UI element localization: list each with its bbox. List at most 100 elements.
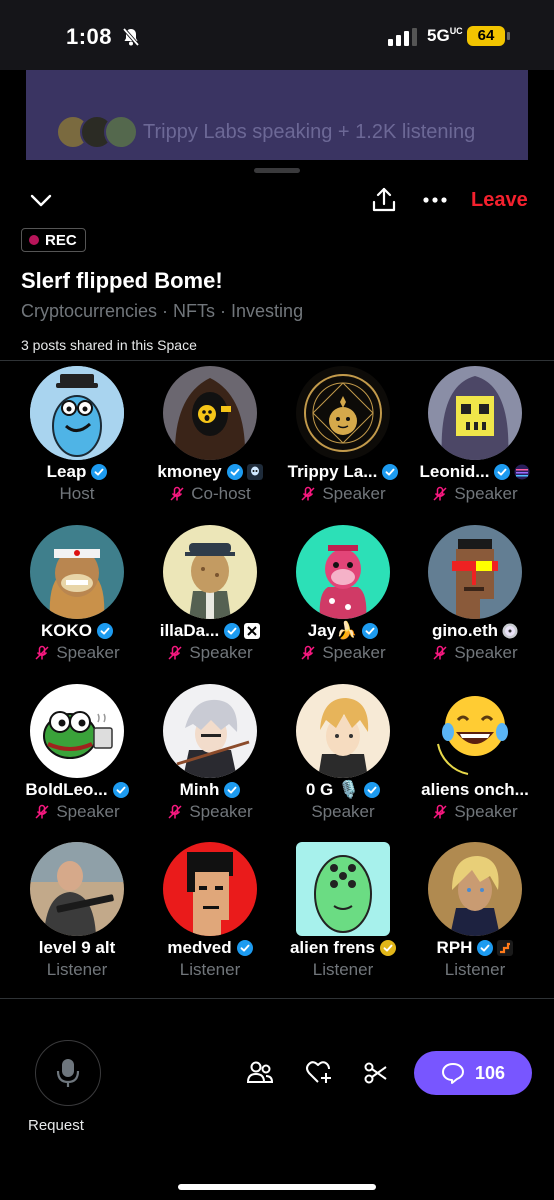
verified-badge-icon — [236, 940, 253, 956]
battery-indicator: 64 — [467, 26, 505, 46]
participant-name: 0 G 🎙️ — [305, 780, 360, 799]
x-badge-icon — [244, 623, 261, 639]
sunset-badge-icon — [514, 464, 530, 480]
space-title: Slerf flipped Bome! — [21, 268, 223, 293]
leave-button[interactable]: Leave — [471, 189, 528, 212]
participant-name: Leonid... — [419, 462, 490, 481]
participant-role: Speaker — [322, 643, 386, 662]
rec-dot-icon — [29, 235, 39, 245]
verified-gold-badge-icon — [380, 940, 397, 956]
participant-role: Speaker — [322, 484, 386, 503]
avatar — [428, 842, 522, 936]
verified-badge-icon — [364, 782, 381, 798]
scissors-icon[interactable] — [364, 1061, 388, 1085]
participant-role: Speaker — [311, 802, 375, 821]
request-button[interactable] — [35, 1040, 101, 1106]
rec-label: REC — [45, 231, 77, 249]
comment-icon — [441, 1063, 464, 1084]
verified-badge-icon — [91, 464, 108, 480]
participant-name: Jay🍌 — [307, 621, 358, 640]
verified-badge-icon — [224, 782, 241, 798]
bell-muted-icon — [122, 27, 140, 47]
signal-icon — [388, 28, 417, 46]
disc-badge-icon — [502, 623, 518, 639]
avatar — [428, 684, 522, 778]
participant-name: RPH — [436, 938, 473, 957]
comments-button[interactable]: 106 — [414, 1051, 532, 1095]
participant-role: Speaker — [189, 643, 253, 662]
home-indicator[interactable] — [178, 1184, 376, 1190]
divider — [0, 360, 554, 361]
participant-role: Listener — [179, 960, 241, 979]
chevron-down-icon[interactable] — [29, 192, 53, 208]
mic-off-icon — [35, 804, 49, 819]
mic-off-icon — [433, 645, 447, 660]
avatar — [163, 842, 257, 936]
avatar — [163, 525, 257, 619]
participant-name: gino.eth — [431, 621, 499, 640]
background-avatars — [56, 115, 138, 151]
verified-badge-icon — [226, 464, 243, 480]
avatar — [296, 842, 390, 936]
participant-name: Trippy La... — [287, 462, 378, 481]
participant-name: aliens onch... — [421, 780, 529, 799]
heart-plus-icon[interactable] — [305, 1060, 333, 1086]
participant-name: Leap — [46, 462, 87, 481]
avatar — [296, 366, 390, 460]
participant-name: alien frens — [289, 938, 376, 957]
participant-role: Co-host — [191, 484, 251, 503]
participant-role: Listener — [312, 960, 374, 979]
verified-badge-icon — [97, 623, 113, 639]
stairs-badge-icon — [497, 940, 514, 956]
verified-badge-icon — [362, 623, 379, 639]
verified-badge-icon — [224, 623, 241, 639]
avatar — [428, 525, 522, 619]
participant-role: Speaker — [454, 643, 518, 662]
participant-role: Host — [59, 484, 95, 503]
space-topics[interactable]: Cryptocurrencies · NFTs · Investing — [21, 301, 303, 322]
participant-role: Speaker — [189, 802, 253, 821]
divider — [0, 998, 554, 999]
participant-role: Speaker — [454, 802, 518, 821]
verified-badge-icon — [494, 464, 511, 480]
participant-name: illaDa... — [159, 621, 220, 640]
avatar — [163, 366, 257, 460]
rec-badge: REC — [21, 228, 86, 252]
participant-role: Listener — [444, 960, 506, 979]
sheet-grabber[interactable] — [254, 168, 300, 173]
avatar — [30, 684, 124, 778]
bg-avatar-3 — [104, 115, 138, 149]
participant-name: level 9 alt — [38, 938, 116, 957]
mic-off-icon — [301, 486, 315, 501]
share-icon[interactable] — [371, 186, 397, 214]
verified-badge-icon — [112, 782, 129, 798]
alien-badge-icon — [246, 464, 263, 480]
avatar — [296, 684, 390, 778]
participant-name: KOKO — [41, 621, 92, 640]
participant-role: Speaker — [454, 484, 518, 503]
network-label: 5GUC — [427, 26, 463, 45]
mic-off-icon — [35, 645, 49, 660]
participant-name: BoldLeo... — [25, 780, 108, 799]
verified-badge-icon — [382, 464, 399, 480]
mic-off-icon — [168, 804, 182, 819]
background-card-text: Trippy Labs speaking + 1.2K listening — [143, 121, 476, 143]
avatar — [163, 684, 257, 778]
people-icon[interactable] — [246, 1060, 274, 1086]
posts-shared-link[interactable]: 3 posts shared in this Space — [21, 337, 197, 353]
more-icon[interactable] — [422, 196, 448, 204]
mic-off-icon — [433, 486, 447, 501]
mic-off-icon — [433, 804, 447, 819]
avatar — [30, 842, 124, 936]
mic-off-icon — [168, 645, 182, 660]
participant-name: medved — [167, 938, 232, 957]
mic-off-icon — [301, 645, 315, 660]
avatar — [30, 525, 124, 619]
participant-role: Listener — [46, 960, 108, 979]
avatar — [296, 525, 390, 619]
participant-name: Minh — [179, 780, 220, 799]
microphone-icon — [56, 1059, 80, 1087]
avatar — [30, 366, 124, 460]
battery-nub — [507, 32, 510, 40]
request-label: Request — [28, 1117, 84, 1134]
